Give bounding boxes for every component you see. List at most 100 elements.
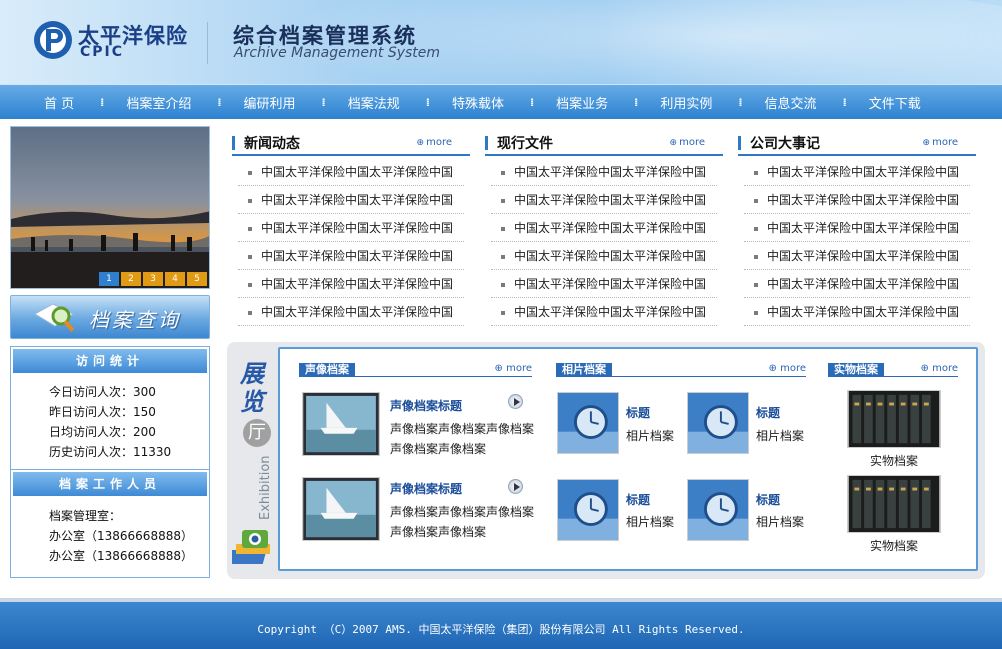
play-icon[interactable] <box>508 394 523 409</box>
banner-page-2[interactable]: 2 <box>121 272 141 286</box>
exhibition-title-char: 厅 <box>243 419 271 447</box>
nav-downloads[interactable]: 文件下载 <box>859 93 935 112</box>
nav-research[interactable]: 编研利用 <box>234 93 310 112</box>
object-more-link[interactable]: ⊕ more <box>921 363 958 374</box>
news-item[interactable]: 中国太平洋保险中国太平洋保险中国 <box>238 186 464 214</box>
bullet-icon <box>754 226 758 231</box>
bullet-icon <box>754 282 758 287</box>
banner-page-4[interactable]: 4 <box>165 272 185 286</box>
archive-search-button[interactable]: 档案查询 <box>10 295 210 339</box>
sailboat-thumbnail[interactable] <box>302 392 380 456</box>
news-item[interactable]: 中国太平洋保险中国太平洋保险中国 <box>238 242 464 270</box>
bullet-icon <box>501 254 505 259</box>
nav-regulations[interactable]: 档案法规 <box>338 93 414 112</box>
company-events-title: 公司大事记 <box>750 136 820 152</box>
clock-photo-thumbnail[interactable] <box>557 479 619 541</box>
copyright-text: Copyright （C）2007 AMS. 中国太平洋保险（集团）股份有限公司… <box>257 623 745 636</box>
bullet-icon <box>501 282 505 287</box>
plus-circle-icon: ⊕ <box>669 138 678 148</box>
news-item[interactable]: 中国太平洋保险中国太平洋保险中国 <box>238 270 464 298</box>
company-event-item[interactable]: 中国太平洋保险中国太平洋保险中国 <box>744 214 970 242</box>
banner-page-5[interactable]: 5 <box>187 272 207 286</box>
bullet-icon <box>501 198 505 203</box>
audio-item-title[interactable]: 声像档案标题 <box>390 480 462 497</box>
photo-item-title[interactable]: 标题 <box>626 491 650 508</box>
news-title: 新闻动态 <box>244 136 300 152</box>
nav-info-exchange[interactable]: 信息交流 <box>755 93 831 112</box>
bullet-icon <box>754 170 758 175</box>
news-more-link[interactable]: ⊕ more <box>417 137 452 148</box>
magnifier-icon <box>34 303 75 332</box>
clock-photo-thumbnail[interactable] <box>557 392 619 454</box>
nav-special-media[interactable]: 特殊载体 <box>442 93 518 112</box>
news-item[interactable]: 中国太平洋保险中国太平洋保险中国 <box>238 298 464 326</box>
nav-separator: ⁞ <box>634 95 639 109</box>
page: 太平洋保险 CPIC 综合档案管理系统 Archive Management S… <box>0 0 1002 649</box>
photo-item-desc: 相片档案 <box>626 515 675 529</box>
company-event-item[interactable]: 中国太平洋保险中国太平洋保险中国 <box>744 186 970 214</box>
cpic-logo-icon <box>34 21 72 59</box>
object-item-caption: 实物档案 <box>869 454 918 468</box>
photo-section-tag: 相片档案 <box>556 363 612 376</box>
company-event-item[interactable]: 中国太平洋保险中国太平洋保险中国 <box>744 298 970 326</box>
photo-item-desc: 相片档案 <box>626 429 675 443</box>
current-docs-title: 现行文件 <box>497 136 553 152</box>
logo-english-name: CPIC <box>80 44 125 60</box>
audio-more-link[interactable]: ⊕ more <box>495 363 532 374</box>
photo-banner: 1 2 3 4 5 <box>10 126 210 289</box>
plus-circle-icon: ⊕ <box>494 363 503 374</box>
company-event-item[interactable]: 中国太平洋保险中国太平洋保险中国 <box>744 242 970 270</box>
company-event-item[interactable]: 中国太平洋保险中国太平洋保险中国 <box>744 158 970 186</box>
object-section-tag: 实物档案 <box>828 363 884 376</box>
news-item[interactable]: 中国太平洋保险中国太平洋保险中国 <box>238 214 464 242</box>
company-event-item[interactable]: 中国太平洋保险中国太平洋保险中国 <box>744 270 970 298</box>
current-docs-more-link[interactable]: ⊕ more <box>670 137 705 148</box>
photo-item-desc: 相片档案 <box>756 515 805 529</box>
photo-section-header: 相片档案 ⊕ more <box>556 363 806 377</box>
current-doc-item[interactable]: 中国太平洋保险中国太平洋保险中国 <box>491 270 717 298</box>
audio-section-header: 声像档案 ⊕ more <box>299 363 532 377</box>
nav-archive-business[interactable]: 档案业务 <box>546 93 622 112</box>
clock-photo-thumbnail[interactable] <box>687 479 749 541</box>
stat-today: 今日访问人次：300 <box>49 385 156 399</box>
photo-item-title[interactable]: 标题 <box>756 404 780 421</box>
exhibition-title: 展览 <box>240 360 264 416</box>
current-doc-item[interactable]: 中国太平洋保险中国太平洋保险中国 <box>491 214 717 242</box>
plus-circle-icon: ⊕ <box>922 138 931 148</box>
banner-page-3[interactable]: 3 <box>143 272 163 286</box>
exhibition-subtitle: Exhibition <box>258 455 273 520</box>
bullet-icon <box>248 310 252 315</box>
company-events-more-link[interactable]: ⊕ more <box>923 137 958 148</box>
binders-thumbnail[interactable] <box>847 390 941 448</box>
nav-use-cases[interactable]: 利用实例 <box>650 93 726 112</box>
object-section-header: 实物档案 ⊕ more <box>828 363 958 377</box>
current-doc-item[interactable]: 中国太平洋保险中国太平洋保险中国 <box>491 158 717 186</box>
audio-item-title[interactable]: 声像档案标题 <box>390 397 462 414</box>
nav-archive-intro[interactable]: 档案室介绍 <box>116 93 205 112</box>
nav-separator: ⁞ <box>425 95 430 109</box>
nav-separator: ⁞ <box>321 95 326 109</box>
news-item[interactable]: 中国太平洋保险中国太平洋保险中国 <box>238 158 464 186</box>
nav-home[interactable]: 首 页 <box>34 93 88 112</box>
banner-page-1[interactable]: 1 <box>99 272 119 286</box>
binders-thumbnail[interactable] <box>847 475 941 533</box>
photo-item-title[interactable]: 标题 <box>756 491 780 508</box>
current-doc-item[interactable]: 中国太平洋保险中国太平洋保险中国 <box>491 186 717 214</box>
photo-more-link[interactable]: ⊕ more <box>769 363 806 374</box>
current-doc-item[interactable]: 中国太平洋保险中国太平洋保险中国 <box>491 298 717 326</box>
clock-photo-thumbnail[interactable] <box>687 392 749 454</box>
sailboat-thumbnail[interactable] <box>302 477 380 541</box>
play-icon[interactable] <box>508 479 523 494</box>
archive-search-label: 档案查询 <box>89 308 181 332</box>
photo-item-title[interactable]: 标题 <box>626 404 650 421</box>
staff-title: 档案工作人员 <box>13 472 207 496</box>
bullet-icon <box>754 254 758 259</box>
main-nav: 首 页 ⁞ 档案室介绍 ⁞ 编研利用 ⁞ 档案法规 ⁞ 特殊载体 ⁞ 档案业务 ⁞ 利用实例… <box>0 84 1002 119</box>
audio-section-tag: 声像档案 <box>299 363 355 376</box>
staff-line: 办公室（13866668888） <box>49 549 193 563</box>
visit-stats-box: 访问统计 今日访问人次：300 昨日访问人次：150 日均访问人次：200 历史… <box>10 346 210 470</box>
current-doc-item[interactable]: 中国太平洋保险中国太平洋保险中国 <box>491 242 717 270</box>
staff-line: 档案管理室： <box>49 509 122 523</box>
company-events-column: 公司大事记 ⊕ more 中国太平洋保险中国太平洋保险中国 中国太平洋保险中国太平… <box>738 130 976 326</box>
sunset-beach-image <box>11 127 209 288</box>
